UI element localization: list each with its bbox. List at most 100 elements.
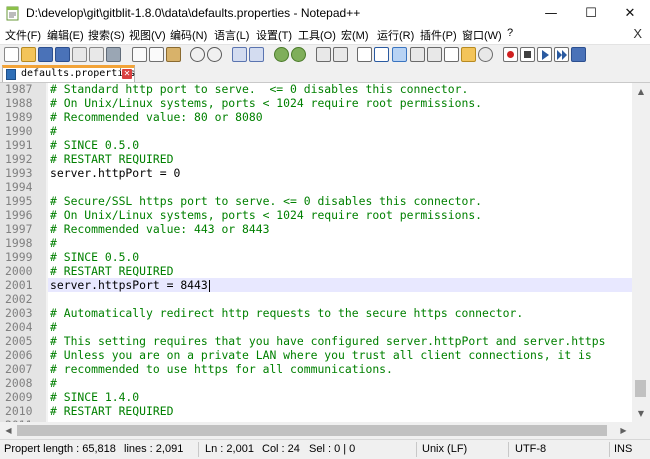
menu-settings[interactable]: 设置(T) [256, 27, 292, 43]
code-line[interactable]: 1990 # [0, 124, 632, 138]
editor-area[interactable]: 1987 # Standard http port to serve. <= 0 … [0, 83, 632, 422]
indent-guide-icon[interactable] [392, 47, 407, 62]
code-line[interactable]: 2003 # Automatically redirect http reques… [0, 306, 632, 320]
code-line[interactable]: 1987 # Standard http port to serve. <= 0 … [0, 83, 632, 96]
close-document-icon[interactable]: X [633, 26, 642, 41]
menu-view[interactable]: 视图(V) [129, 27, 166, 43]
monitor-icon[interactable] [478, 47, 493, 62]
replace-icon[interactable] [249, 47, 264, 62]
vertical-scrollbar[interactable]: ▲ ▼ [632, 83, 650, 422]
function-list-icon[interactable] [444, 47, 459, 62]
code-line[interactable]: 1992 # RESTART REQUIRED [0, 152, 632, 166]
user-language-icon[interactable] [410, 47, 425, 62]
paste-icon[interactable] [166, 47, 181, 62]
menu-edit[interactable]: 编辑(E) [47, 27, 84, 43]
code-line[interactable]: 1998 # [0, 236, 632, 250]
menu-help[interactable]: ? [507, 27, 513, 39]
menu-plugins[interactable]: 插件(P) [420, 27, 457, 43]
code-line[interactable]: 1995 # Secure/SSL https port to serve. <=… [0, 194, 632, 208]
line-content: # RESTART REQUIRED [50, 152, 174, 166]
copy-icon[interactable] [149, 47, 164, 62]
tab-close-icon[interactable]: ✕ [122, 69, 132, 79]
line-content: # SINCE 0.5.0 [50, 250, 140, 264]
code-line[interactable]: 2006 # Unless you are on a private LAN wh… [0, 348, 632, 362]
line-number: 2001 [0, 278, 46, 292]
line-number: 2002 [0, 292, 46, 306]
horizontal-scroll-thumb[interactable] [17, 425, 607, 436]
line-content: # Recommended value: 443 or 8443 [50, 222, 270, 236]
stop-macro-icon[interactable] [520, 47, 535, 62]
scroll-right-icon[interactable]: ▶ [615, 422, 632, 439]
code-line[interactable]: 1988 # On Unix/Linux systems, ports < 102… [0, 96, 632, 110]
line-content: # SINCE 0.5.0 [50, 138, 140, 152]
line-content: server.httpsPort = 8443 [50, 278, 210, 292]
maximize-icon: ☐ [585, 5, 597, 21]
save-icon[interactable] [38, 47, 53, 62]
code-line[interactable]: 2002 [0, 292, 632, 306]
code-line[interactable]: 1997 # Recommended value: 443 or 8443 [0, 222, 632, 236]
sync-horizontal-icon[interactable] [333, 47, 348, 62]
property-equals: = [152, 166, 174, 180]
horizontal-scrollbar[interactable]: ◀ ▶ [0, 422, 632, 439]
menu-search[interactable]: 搜索(S) [88, 27, 125, 43]
menu-macro[interactable]: 宏(M) [341, 27, 369, 43]
tab-defaults-properties[interactable]: defaults.properties ✕ [2, 65, 135, 82]
code-line[interactable]: 2004 # [0, 320, 632, 334]
undo-icon[interactable] [190, 47, 205, 62]
close-file-icon[interactable] [72, 47, 87, 62]
code-line[interactable]: 2007 # recommended to use https for all c… [0, 362, 632, 376]
fold-margin [46, 236, 48, 250]
close-window-button[interactable]: ✕ [610, 0, 650, 26]
line-number: 1989 [0, 110, 46, 124]
fold-margin [46, 138, 48, 152]
folder-workspace-icon[interactable] [461, 47, 476, 62]
status-eol: Unix (LF) [422, 443, 468, 455]
code-line[interactable]: 2005 # This setting requires that you hav… [0, 334, 632, 348]
scroll-up-icon[interactable]: ▲ [632, 83, 650, 100]
record-macro-icon[interactable] [503, 47, 518, 62]
vertical-scroll-thumb[interactable] [635, 380, 646, 397]
menu-encoding[interactable]: 编码(N) [170, 27, 207, 43]
find-icon[interactable] [232, 47, 247, 62]
menu-run[interactable]: 运行(R) [377, 27, 414, 43]
redo-icon[interactable] [207, 47, 222, 62]
open-file-icon[interactable] [21, 47, 36, 62]
scroll-left-icon[interactable]: ◀ [0, 422, 17, 439]
code-line[interactable]: 2008 # [0, 376, 632, 390]
code-line[interactable]: 1993 server.httpPort = 0 [0, 166, 632, 180]
maximize-button[interactable]: ☐ [571, 0, 611, 26]
menu-language[interactable]: 语言(L) [214, 27, 249, 43]
run-macro-multiple-icon[interactable] [554, 47, 569, 62]
scroll-down-icon[interactable]: ▼ [632, 405, 650, 422]
menu-file[interactable]: 文件(F) [5, 27, 41, 43]
play-macro-icon[interactable] [537, 47, 552, 62]
zoom-in-icon[interactable] [274, 47, 289, 62]
show-all-chars-icon[interactable] [374, 47, 389, 62]
print-icon[interactable] [106, 47, 121, 62]
code-line[interactable]: 2010 # RESTART REQUIRED [0, 404, 632, 418]
code-line[interactable]: 2000 # RESTART REQUIRED [0, 264, 632, 278]
save-macro-icon[interactable] [571, 47, 586, 62]
menu-window[interactable]: 窗口(W) [462, 27, 502, 43]
close-all-icon[interactable] [89, 47, 104, 62]
new-file-icon[interactable] [4, 47, 19, 62]
line-number: 2003 [0, 306, 46, 320]
line-content: # [50, 320, 57, 334]
code-line[interactable]: 1989 # Recommended value: 80 or 8080 [0, 110, 632, 124]
minimize-button[interactable]: — [531, 0, 571, 26]
code-line[interactable]: 2009 # SINCE 1.4.0 [0, 390, 632, 404]
menu-tools[interactable]: 工具(O) [298, 27, 336, 43]
property-value: 0 [173, 166, 181, 180]
word-wrap-icon[interactable] [357, 47, 372, 62]
cut-icon[interactable] [132, 47, 147, 62]
code-line[interactable]: 1996 # On Unix/Linux systems, ports < 102… [0, 208, 632, 222]
code-line[interactable]: 1994 [0, 180, 632, 194]
sync-vertical-icon[interactable] [316, 47, 331, 62]
line-content: # Recommended value: 80 or 8080 [50, 110, 263, 124]
doc-map-icon[interactable] [427, 47, 442, 62]
save-all-icon[interactable] [55, 47, 70, 62]
zoom-out-icon[interactable] [291, 47, 306, 62]
code-line[interactable]: 1999 # SINCE 0.5.0 [0, 250, 632, 264]
code-line[interactable]: 2001 server.httpsPort = 8443 [0, 278, 632, 292]
code-line[interactable]: 1991 # SINCE 0.5.0 [0, 138, 632, 152]
